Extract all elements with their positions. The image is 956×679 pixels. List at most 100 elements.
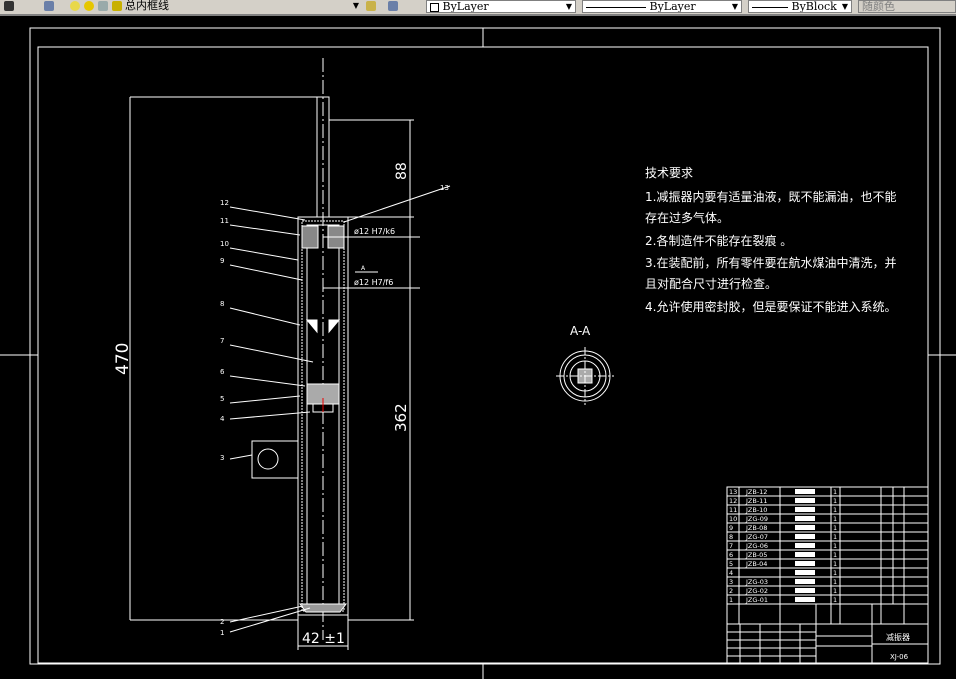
part-name-cell [795, 579, 815, 584]
part-quantity: 1 [833, 542, 837, 550]
tech-req-title: 技术要求 [645, 166, 693, 180]
part-name-cell [795, 525, 815, 530]
chevron-down-icon: ▼ [731, 2, 738, 11]
part-code: JZG-03 [745, 578, 768, 586]
technical-requirements: 技术要求 1.减振器内要有适量油液，既不能漏油，也不能 存在过多气体。 2.各制… [645, 166, 896, 314]
balloon: 4 [220, 415, 225, 423]
part-code: JZB-05 [745, 551, 767, 559]
part-number: 3 [729, 578, 733, 586]
balloon: 9 [220, 257, 224, 265]
linetype-value: ByLayer [649, 0, 696, 13]
part-number: 10 [729, 515, 737, 523]
part-number: 9 [729, 524, 733, 532]
drawing-name: 减振器 [886, 632, 910, 642]
part-number: 13 [729, 488, 737, 496]
title-block: 13 JZB-12 112 JZB-11 111 JZB-10 110 JZG-09 19 JZB… [726, 486, 929, 664]
part-code: JZG-07 [745, 533, 768, 541]
part-code: JZB-11 [745, 497, 767, 505]
fit-annotation-1: ø12 H7/k6 [354, 227, 395, 236]
color-swatch-icon [430, 2, 439, 12]
part-quantity: 1 [833, 551, 837, 559]
balloon: 12 [220, 199, 229, 207]
dim-body: 362 [392, 403, 410, 432]
part-name-cell [795, 597, 815, 602]
layers-icon[interactable] [44, 1, 54, 11]
layer-manager-icon[interactable] [4, 1, 14, 11]
chevron-down-icon: ▼ [565, 2, 572, 11]
dim-overall: 470 [113, 343, 133, 375]
part-quantity: 1 [833, 587, 837, 595]
part-quantity: 1 [833, 497, 837, 505]
color-value: ByLayer [442, 0, 489, 13]
properties-toolbar: 总内框线 ▼ ByLayer ▼ ByLayer ▼ ByBlock ▼ 随颜色 [0, 0, 956, 16]
part-quantity: 1 [833, 488, 837, 496]
part-quantity: 1 [833, 524, 837, 532]
chevron-down-icon: ▼ [352, 1, 359, 10]
part-quantity: 1 [833, 506, 837, 514]
chevron-down-icon: ▼ [841, 2, 848, 11]
part-code: JZB-10 [745, 506, 767, 514]
layer-previous-icon[interactable] [388, 1, 398, 11]
part-code: JZG-06 [745, 542, 768, 550]
part-number: 5 [729, 560, 733, 568]
part-number: 6 [729, 551, 733, 559]
linetype-dropdown[interactable]: ByLayer ▼ [582, 0, 742, 13]
layer-color-icon[interactable] [112, 1, 122, 11]
part-name-cell [795, 588, 815, 593]
layer-dropdown[interactable]: 总内框线 ▼ [122, 0, 362, 13]
drawing-number: XJ-06 [890, 653, 909, 661]
part-code: JZG-09 [745, 515, 768, 523]
tech-req-line: 2.各制造件不能存在裂痕 。 [645, 233, 792, 248]
tech-req-line: 存在过多气体。 [645, 210, 729, 225]
part-quantity: 1 [833, 560, 837, 568]
balloon: 2 [220, 618, 224, 626]
dim-width: 42 ±1 [302, 631, 345, 647]
part-code: JZG-01 [745, 596, 768, 604]
part-name-cell [795, 561, 815, 566]
line-sample-icon [586, 6, 646, 8]
part-code: JZB-08 [745, 524, 767, 532]
part-quantity: 1 [833, 515, 837, 523]
plot-style-dropdown[interactable]: 随颜色 [858, 0, 956, 13]
section-a-a-view [556, 347, 614, 405]
part-name-cell [795, 516, 815, 521]
balloon-leaders [229, 185, 451, 633]
part-name-cell [795, 552, 815, 557]
sun-icon[interactable] [84, 1, 94, 11]
dim-top: 88 [394, 162, 410, 180]
dimension-texts: 470 88 362 42 ±1 ø12 H7/k6 ø12 H7/f6 A [113, 162, 410, 647]
balloon: 6 [220, 368, 225, 376]
part-quantity: 1 [833, 569, 837, 577]
fit-annotation-2: ø12 H7/f6 [354, 278, 393, 287]
drawing-canvas[interactable]: 12 11 10 9 8 7 6 5 4 3 2 1 13 470 88 362… [0, 16, 956, 679]
part-code: JZB-12 [745, 488, 767, 496]
balloon: 13 [440, 184, 449, 192]
layer-name: 总内框线 [125, 0, 169, 12]
make-layer-current-icon[interactable] [366, 1, 376, 11]
section-label: A-A [570, 324, 591, 338]
part-code: JZB-04 [745, 560, 767, 568]
line-sample-icon [752, 6, 788, 8]
part-quantity: 1 [833, 596, 837, 604]
part-quantity: 1 [833, 578, 837, 586]
lineweight-dropdown[interactable]: ByBlock ▼ [748, 0, 852, 13]
tech-req-line: 3.在装配前，所有零件要在航水煤油中清洗，并 [645, 255, 896, 270]
balloon: 10 [220, 240, 229, 248]
balloon: 7 [220, 337, 224, 345]
part-number: 8 [729, 533, 733, 541]
lightbulb-icon[interactable] [70, 1, 80, 11]
part-name-cell [795, 570, 815, 575]
part-name-cell [795, 534, 815, 539]
tech-req-line: 1.减振器内要有适量油液，既不能漏油，也不能 [645, 189, 896, 204]
part-name-cell [795, 498, 815, 503]
color-dropdown[interactable]: ByLayer ▼ [426, 0, 576, 13]
part-name-cell [795, 489, 815, 494]
balloon: 5 [220, 395, 224, 403]
part-number: 7 [729, 542, 733, 550]
balloon: 3 [220, 454, 224, 462]
part-number: 11 [729, 506, 737, 514]
shock-absorber-view [129, 58, 451, 650]
part-number: 4 [729, 569, 733, 577]
lock-icon[interactable] [98, 1, 108, 11]
part-name-cell [795, 507, 815, 512]
